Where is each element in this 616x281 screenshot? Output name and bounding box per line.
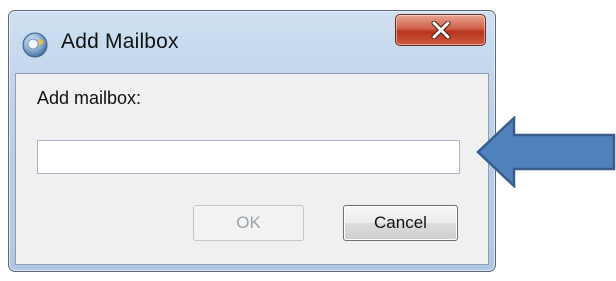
close-icon <box>431 21 450 39</box>
mailbox-input[interactable] <box>37 140 460 174</box>
left-arrow-icon <box>476 116 616 188</box>
ok-button[interactable]: OK <box>193 205 304 241</box>
mailbox-app-icon <box>22 32 48 58</box>
close-button[interactable] <box>395 14 486 46</box>
cancel-button[interactable]: Cancel <box>343 205 458 241</box>
add-mailbox-dialog: Add Mailbox Add mailbox: OK Cancel <box>8 10 496 272</box>
mailbox-label: Add mailbox: <box>37 88 142 108</box>
dialog-body: Add mailbox: OK Cancel <box>15 73 489 265</box>
title-bar[interactable]: Add Mailbox <box>9 11 495 73</box>
window-title: Add Mailbox <box>61 30 179 53</box>
